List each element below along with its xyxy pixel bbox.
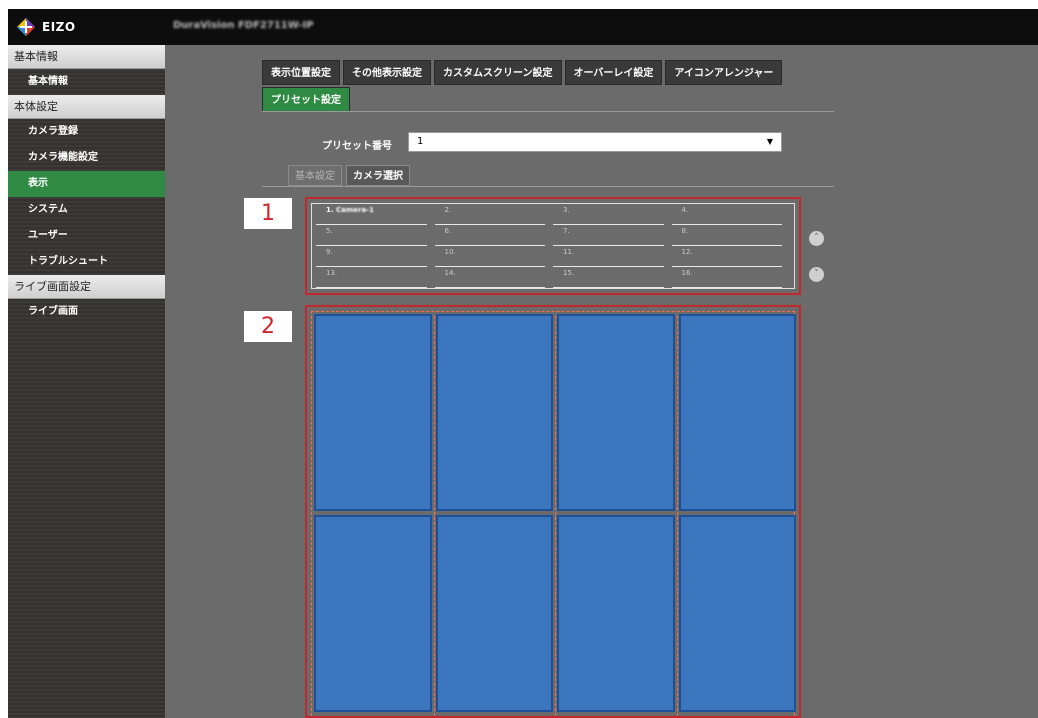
camera-slot-name: Camera-1 — [333, 206, 374, 214]
sidebar-section-live-screen-settings[interactable]: ライブ画面設定 — [8, 275, 165, 299]
caret-down-icon: ▼ — [766, 137, 773, 146]
camera-slot-number: 12. — [681, 248, 693, 256]
layout-pane[interactable] — [557, 515, 675, 712]
camera-slot[interactable]: 11. — [553, 246, 664, 267]
logo-text: EIZO — [42, 20, 76, 34]
camera-slot[interactable]: 6. — [434, 225, 545, 246]
sidebar-item-display[interactable]: 表示 — [8, 171, 165, 197]
camera-slot-number: 5. — [326, 227, 333, 235]
layout-pane[interactable] — [678, 515, 796, 712]
sidebar-item-live-screen[interactable]: ライブ画面 — [8, 299, 165, 325]
layout-guide-line — [676, 316, 678, 716]
camera-slot-number: 9. — [326, 248, 333, 256]
camera-slot[interactable]: 2. — [434, 204, 545, 225]
eizo-logo: EIZO — [16, 17, 76, 37]
camera-slot[interactable]: 7. — [553, 225, 664, 246]
camera-list: 1. Camera-1 2. 3. 4. 5. 6. 7. 8. 9. 10. 11. 12. 13. 1… — [305, 197, 801, 295]
camera-slot-number: 14. — [444, 269, 456, 277]
camera-slot[interactable]: 9. — [316, 246, 427, 267]
camera-slot-number: 10. — [444, 248, 456, 256]
camera-slot[interactable]: 10. — [434, 246, 545, 267]
camera-slot[interactable]: 15. — [553, 267, 664, 288]
camera-slot-number: 2. — [444, 206, 452, 214]
camera-slot-number: 8. — [681, 227, 689, 235]
app-window: EIZO DuraVision FDF2711W-IP 基本情報 基本情報 本体… — [8, 9, 1038, 718]
eizo-logo-icon — [17, 18, 35, 36]
sidebar-item-camera-registration[interactable]: カメラ登録 — [8, 119, 165, 145]
camera-slot[interactable]: 5. — [316, 225, 427, 246]
callout-2: 2 — [244, 311, 292, 342]
camera-slot-number: 15. — [563, 269, 575, 277]
tab-display-position[interactable]: 表示位置設定 — [262, 60, 340, 85]
subtab-basic-settings[interactable]: 基本設定 — [288, 165, 342, 186]
tab-divider — [262, 111, 834, 112]
tab-other-display[interactable]: その他表示設定 — [343, 60, 431, 85]
subtab-camera-select[interactable]: カメラ選択 — [346, 165, 410, 186]
device-name: DuraVision FDF2711W-IP — [173, 20, 314, 31]
tab-overlay[interactable]: オーバーレイ設定 — [564, 60, 663, 85]
layout-preview — [305, 305, 801, 718]
camera-list-grid: 1. Camera-1 2. 3. 4. 5. 6. 7. 8. 9. 10. 11. 12. 13. 1… — [311, 203, 795, 289]
settings-tabs: 表示位置設定 その他表示設定 カスタムスクリーン設定 オーバーレイ設定 アイコン… — [262, 60, 834, 114]
sidebar: 基本情報 基本情報 本体設定 カメラ登録 カメラ機能設定 表示 システム ユーザ… — [8, 45, 165, 718]
tab-preset[interactable]: プリセット設定 — [262, 87, 350, 112]
top-bar: EIZO DuraVision FDF2711W-IP — [8, 9, 1038, 45]
subtab-divider — [262, 186, 834, 187]
sidebar-section-basic-info[interactable]: 基本情報 — [8, 45, 165, 69]
preset-number-select[interactable]: 1 ▼ — [408, 132, 782, 152]
camera-slot-number: 11. — [563, 248, 575, 256]
camera-slot-number: 4. — [681, 206, 689, 214]
camera-slot[interactable]: 16. — [671, 267, 782, 288]
sidebar-item-troubleshoot[interactable]: トラブルシュート — [8, 249, 165, 275]
camera-slot-number: 3. — [563, 206, 570, 214]
layout-pane[interactable] — [314, 515, 432, 712]
camera-slot-number: 6. — [444, 227, 452, 235]
layout-guide-line — [555, 316, 556, 716]
layout-pane[interactable] — [435, 515, 553, 712]
camera-slot[interactable]: 14. — [434, 267, 545, 288]
layout-guide-line — [433, 316, 435, 716]
camera-slot-number: 16. — [681, 269, 693, 277]
sidebar-item-system[interactable]: システム — [8, 197, 165, 223]
sub-tabs: 基本設定 カメラ選択 — [288, 165, 414, 186]
camera-slot[interactable]: 8. — [671, 225, 782, 246]
tab-icon-arranger[interactable]: アイコンアレンジャー — [665, 60, 783, 85]
camera-slot[interactable]: 12. — [671, 246, 782, 267]
layout-preview-area — [311, 311, 796, 716]
chevron-up-icon[interactable]: ˄ — [809, 231, 824, 246]
camera-slot[interactable]: 4. — [671, 204, 782, 225]
preset-number-label: プリセット番号 — [322, 141, 392, 152]
camera-slot-number: 7. — [563, 227, 570, 235]
sidebar-item-camera-function[interactable]: カメラ機能設定 — [8, 145, 165, 171]
callout-1: 1 — [244, 198, 292, 229]
sidebar-item-basic-info[interactable]: 基本情報 — [8, 69, 165, 95]
sidebar-item-user[interactable]: ユーザー — [8, 223, 165, 249]
main-content: 表示位置設定 その他表示設定 カスタムスクリーン設定 オーバーレイ設定 アイコン… — [165, 45, 1038, 718]
layout-pane[interactable] — [557, 314, 675, 511]
tab-custom-screen[interactable]: カスタムスクリーン設定 — [434, 60, 562, 85]
sidebar-section-device-settings[interactable]: 本体設定 — [8, 95, 165, 119]
layout-pane[interactable] — [678, 314, 796, 511]
camera-slot[interactable]: 1. Camera-1 — [316, 204, 427, 225]
layout-pane[interactable] — [314, 314, 432, 511]
camera-slot[interactable]: 3. — [553, 204, 664, 225]
chevron-down-icon[interactable]: ˅ — [809, 267, 824, 282]
camera-slot-number: 1. — [326, 206, 334, 214]
layout-pane[interactable] — [435, 314, 553, 511]
preset-number-value: 1 — [417, 136, 424, 147]
camera-slot[interactable]: 13. — [316, 267, 427, 288]
camera-slot-number: 13. — [326, 269, 338, 277]
